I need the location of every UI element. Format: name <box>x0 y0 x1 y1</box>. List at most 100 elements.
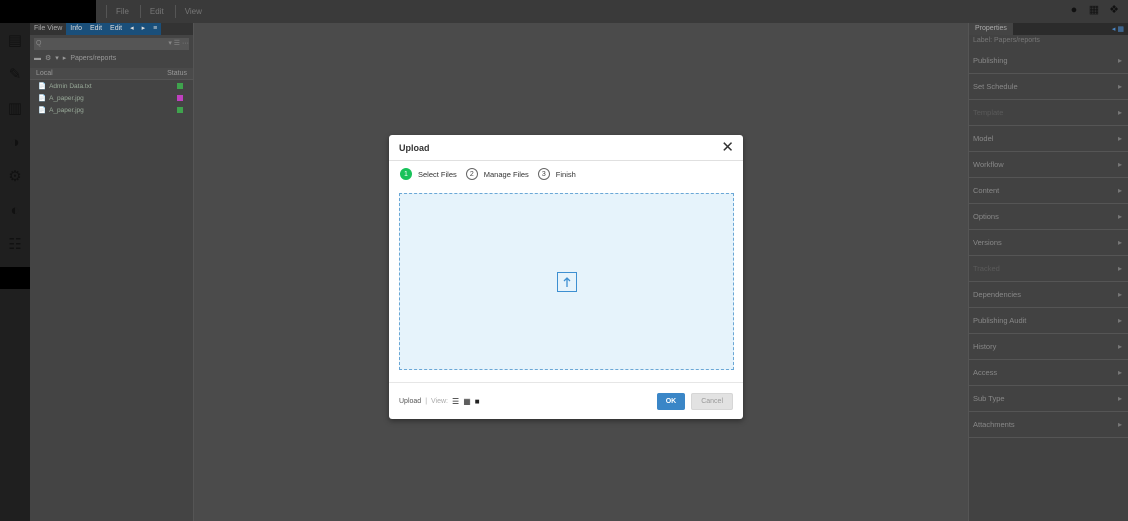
file-view-panel: File View Info Edit Edit ◂ ▸ ≡ Q ▾ ☰ ···… <box>30 23 194 521</box>
file-row[interactable]: 📄 A_paper.jpg <box>30 92 193 104</box>
upload-step: 2 Manage Files <box>465 168 529 180</box>
property-label: Tracked <box>973 264 1000 273</box>
property-item[interactable]: Model ▸ <box>969 126 1128 152</box>
grid-view-icon[interactable]: ▦ <box>463 397 471 406</box>
list-icon[interactable]: ▤ <box>0 23 30 57</box>
cancel-button[interactable]: Cancel <box>691 393 733 410</box>
property-item[interactable]: Sub Type ▸ <box>969 386 1128 412</box>
user-icon[interactable]: ● <box>1068 4 1080 16</box>
property-item[interactable]: Dependencies ▸ <box>969 282 1128 308</box>
file-list: 📄 Admin Data.txt 📄 A_paper.jpg 📄 A_paper.jpg <box>30 80 193 116</box>
panel-tools-icon[interactable]: ◂ ▦ <box>1112 25 1128 33</box>
file-search-input[interactable]: Q ▾ ☰ ··· <box>34 38 189 50</box>
properties-header: Properties ◂ ▦ <box>969 23 1128 35</box>
step-label: Select Files <box>418 169 457 179</box>
file-drop-zone[interactable] <box>399 193 734 370</box>
menu-edit[interactable]: Edit <box>139 5 173 18</box>
close-icon[interactable]: ✕ <box>721 140 734 155</box>
menu-view[interactable]: View <box>174 5 211 18</box>
column-status[interactable]: Status <box>167 70 187 77</box>
file-icon: 📄 <box>38 95 47 102</box>
file-row[interactable]: 📄 A_paper.jpg <box>30 104 193 116</box>
property-item[interactable]: Set Schedule ▸ <box>969 74 1128 100</box>
dropdown-icon[interactable]: ▾ <box>55 53 59 65</box>
property-item[interactable]: Options ▸ <box>969 204 1128 230</box>
chevron-right-icon: ▸ <box>1117 290 1122 299</box>
step-label: Manage Files <box>483 169 529 179</box>
step-number: 1 <box>400 168 412 180</box>
upload-label[interactable]: Upload <box>399 398 421 405</box>
property-item[interactable]: Access ▸ <box>969 360 1128 386</box>
file-list-header: Local Status <box>30 68 193 80</box>
property-item[interactable]: Template ▸ <box>969 100 1128 126</box>
property-label: Attachments <box>973 420 1015 429</box>
menu-bar: File Edit View <box>106 5 211 18</box>
list-view-icon[interactable]: ☰ <box>452 397 459 406</box>
menu-file[interactable]: File <box>106 5 138 18</box>
chevron-right-icon: ▸ <box>1117 342 1122 351</box>
collapse-icon[interactable]: ▬ <box>34 53 41 65</box>
step-number: 3 <box>537 168 550 180</box>
forward-icon[interactable]: ▸ <box>63 53 67 65</box>
separator: | <box>425 398 428 405</box>
tab-properties[interactable]: Properties <box>969 23 1013 35</box>
globe-icon[interactable]: ◑ <box>0 125 30 159</box>
workflow-icon[interactable]: ☷ <box>0 227 30 261</box>
tab-prev[interactable]: ◂ <box>126 23 138 35</box>
file-row[interactable]: 📄 Admin Data.txt <box>30 80 193 92</box>
thumbnail-view-icon[interactable]: ■ <box>475 397 480 406</box>
top-bar: File Edit View ● ▦ ❖ <box>0 0 1128 23</box>
dialog-title: Upload <box>399 142 430 153</box>
properties-list: Publishing ▸ Set Schedule ▸ Template ▸ Model ▸ W… <box>969 48 1128 438</box>
file-icon: 📄 <box>38 83 47 90</box>
tab-file-view[interactable]: File View <box>30 23 66 35</box>
property-item[interactable]: Workflow ▸ <box>969 152 1128 178</box>
property-item[interactable]: Publishing Audit ▸ <box>969 308 1128 334</box>
tab-edit[interactable]: Edit <box>85 23 107 35</box>
property-label: Publishing Audit <box>973 316 1027 325</box>
property-item[interactable]: Versions ▸ <box>969 230 1128 256</box>
property-item[interactable]: Tracked ▸ <box>969 256 1128 282</box>
gear-icon[interactable]: ⚙ <box>0 159 30 193</box>
current-path: Papers/reports <box>70 55 117 62</box>
tab-edit-2[interactable]: Edit <box>106 23 127 35</box>
ok-button[interactable]: OK <box>656 393 686 410</box>
upload-arrow-icon <box>563 276 570 287</box>
tab-menu[interactable]: ≡ <box>149 23 162 35</box>
property-item[interactable]: Attachments ▸ <box>969 412 1128 438</box>
file-name: A_paper.jpg <box>49 106 84 114</box>
chart-icon[interactable]: ▥ <box>0 91 30 125</box>
grid-icon[interactable]: ▦ <box>1088 4 1100 16</box>
property-item[interactable]: Content ▸ <box>969 178 1128 204</box>
settings-icon[interactable]: ⚙ <box>45 53 51 65</box>
tab-next[interactable]: ▸ <box>137 23 150 35</box>
chevron-right-icon: ▸ <box>1117 420 1122 429</box>
upload-step: 1 Select Files <box>400 168 457 180</box>
property-label: Workflow <box>973 160 1004 169</box>
property-label: Content <box>973 186 1000 195</box>
path-bar: ▬ ⚙ ▾ ▸ Papers/reports <box>30 53 193 65</box>
chevron-right-icon: ▸ <box>1117 238 1122 247</box>
upload-steps: 1 Select Files 2 Manage Files 3 Finish <box>389 161 743 187</box>
tab-info[interactable]: Info <box>66 23 86 35</box>
chevron-right-icon: ▸ <box>1117 108 1122 117</box>
chevron-right-icon: ▸ <box>1117 264 1122 273</box>
edit-icon[interactable]: ✎ <box>0 57 30 91</box>
filter-controls[interactable]: ▾ ☰ ··· <box>168 38 189 50</box>
chevron-right-icon: ▸ <box>1117 186 1122 195</box>
status-indicator <box>177 95 183 101</box>
export-icon[interactable]: ◐ <box>0 193 30 227</box>
file-icon: 📄 <box>38 107 47 114</box>
chevron-right-icon: ▸ <box>1117 368 1122 377</box>
step-number: 2 <box>465 168 478 180</box>
chevron-right-icon: ▸ <box>1117 56 1122 65</box>
column-local[interactable]: Local <box>36 70 53 77</box>
view-options: Upload | View: ☰ ▦ ■ <box>399 397 480 406</box>
property-item[interactable]: Publishing ▸ <box>969 48 1128 74</box>
file-name: Admin Data.txt <box>49 82 92 90</box>
status-indicator <box>177 83 183 89</box>
upload-icon[interactable] <box>556 271 577 292</box>
property-item[interactable]: History ▸ <box>969 334 1128 360</box>
help-icon[interactable]: ❖ <box>1108 4 1120 16</box>
property-label: Access <box>973 368 998 377</box>
